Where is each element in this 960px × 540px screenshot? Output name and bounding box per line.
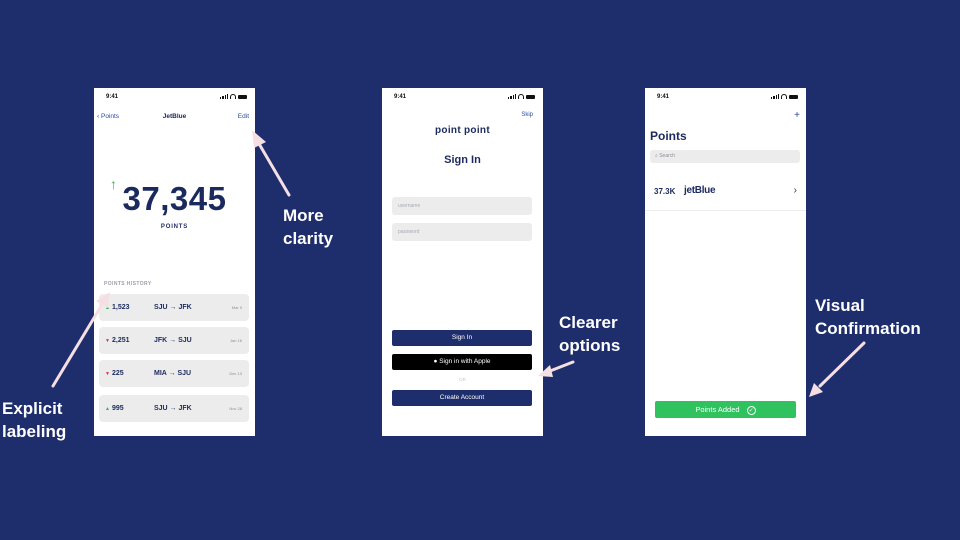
annotation-line: options xyxy=(559,336,621,355)
annotation-line: More xyxy=(283,206,324,225)
arrow-clearer-options-head xyxy=(538,365,553,377)
annotation-arrows xyxy=(51,130,866,397)
annotation-line: labeling xyxy=(2,422,67,441)
arrow-clearer-options xyxy=(548,360,575,373)
annotation-visual-confirmation: Visual Confirmation xyxy=(815,294,921,340)
annotation-line: Visual xyxy=(815,296,865,315)
annotation-line: Explicit xyxy=(2,399,63,418)
arrow-visual-confirmation xyxy=(818,341,866,388)
annotation-explicit-labeling: Explicit labeling xyxy=(2,397,66,443)
annotation-line: Confirmation xyxy=(815,319,921,338)
arrow-explicit-labeling xyxy=(51,301,105,388)
annotation-clearer-options: Clearer options xyxy=(559,311,620,357)
annotation-line: clarity xyxy=(283,229,334,248)
annotation-more-clarity: More clarity xyxy=(283,204,333,250)
annotation-line: Clearer xyxy=(559,313,618,332)
arrow-more-clarity xyxy=(256,140,291,197)
arrow-more-clarity-head xyxy=(252,130,266,148)
